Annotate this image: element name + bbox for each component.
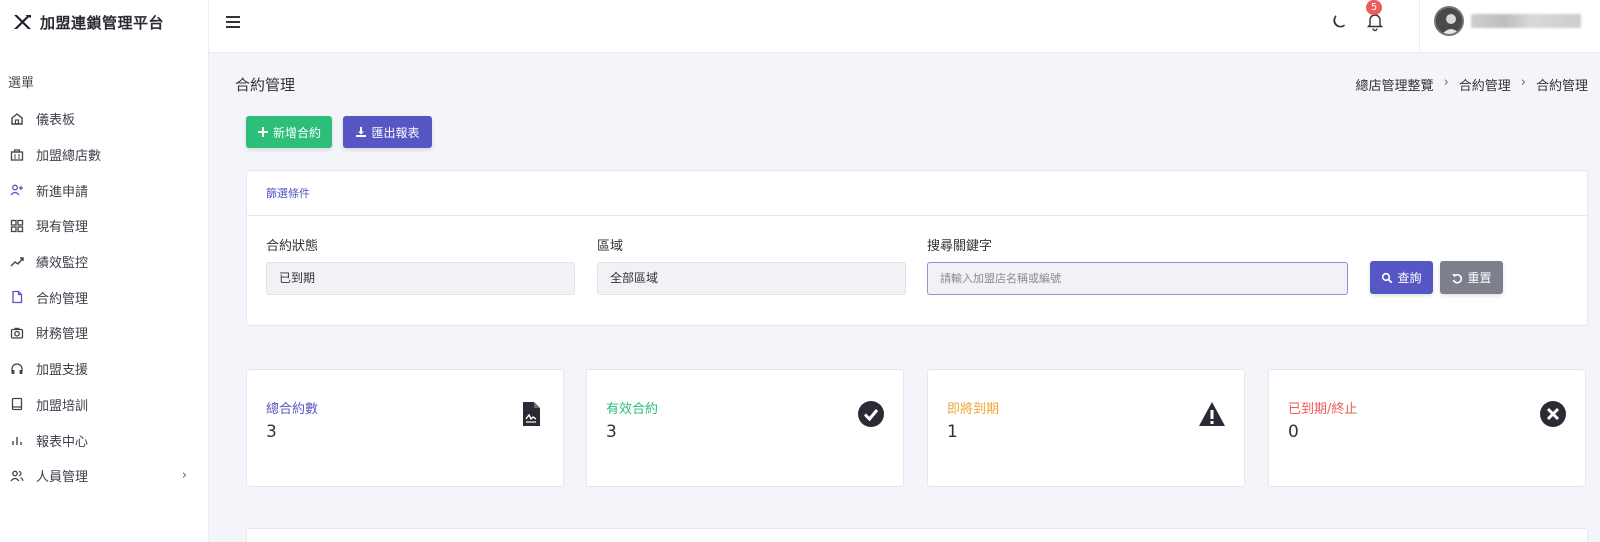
sidebar-item-label: 人員管理 (36, 470, 89, 486)
home-icon (10, 112, 24, 126)
reset-label: 重置 (1467, 271, 1492, 285)
stat-card-expiring: 即將到期 1 (927, 369, 1245, 487)
stat-card-total: 總合約數 3 (246, 369, 564, 487)
sidebar-item-label: 績效監控 (36, 256, 89, 272)
contracts-table-card (246, 528, 1588, 542)
topbar: 5 (209, 0, 1600, 53)
sidebar-menu: 儀表板 加盟總店數 新進申請 現有管理 績效監控 合約管理 財務管理 加盟支援 (0, 101, 209, 494)
sidebar-item-support[interactable]: 加盟支援 (0, 351, 209, 387)
region-label: 區域 (597, 239, 624, 254)
brand-logo-icon (14, 15, 31, 29)
stat-label: 有效合約 (606, 402, 659, 417)
file-icon (10, 290, 24, 304)
sidebar-item-staff[interactable]: 人員管理 › (0, 458, 209, 494)
undo-icon (1452, 273, 1463, 284)
sidebar-item-label: 儀表板 (36, 113, 76, 129)
sidebar-item-label: 加盟培訓 (36, 398, 89, 414)
page-title: 合約管理 (235, 76, 296, 94)
x-circle-icon (1540, 401, 1566, 427)
sidebar-item-stores[interactable]: 加盟總店數 (0, 137, 209, 173)
sidebar-item-dashboard[interactable]: 儀表板 (0, 101, 209, 137)
download-icon (356, 127, 367, 137)
chevron-right-icon: › (181, 468, 187, 484)
filter-card: 篩選條件 合約狀態 已到期 區域 全部區域 搜尋關鍵字 (246, 170, 1588, 326)
bar-chart-icon (10, 433, 24, 447)
search-icon (1382, 272, 1393, 283)
stat-label: 已到期/終止 (1288, 402, 1358, 417)
breadcrumb-item[interactable]: 總店管理整覽 (1356, 75, 1434, 94)
breadcrumb-separator: › (1520, 75, 1526, 90)
breadcrumb-separator: › (1443, 75, 1449, 90)
check-circle-icon (858, 401, 884, 427)
app-title: 加盟連鎖管理平台 (40, 13, 165, 32)
avatar[interactable] (1434, 6, 1464, 36)
trending-icon (10, 255, 24, 269)
sidebar-item-label: 財務管理 (36, 327, 89, 343)
sidebar-item-label: 合約管理 (36, 291, 89, 307)
grid-icon (10, 219, 24, 233)
users-icon (10, 469, 24, 483)
sidebar: 加盟連鎖管理平台 選單 儀表板 加盟總店數 新進申請 現有管理 績效監控 合約管… (0, 0, 209, 542)
camera-icon (10, 326, 24, 340)
plus-icon (257, 127, 268, 137)
headphones-icon (10, 362, 24, 376)
sidebar-item-finance[interactable]: 財務管理 (0, 315, 209, 351)
sidebar-item-label: 新進申請 (36, 184, 89, 200)
building-icon (10, 148, 24, 162)
book-icon (10, 397, 24, 411)
sidebar-item-label: 現有管理 (36, 220, 89, 236)
stat-value: 3 (606, 422, 617, 442)
avatar-image-icon (1436, 8, 1462, 34)
user-plus-icon (10, 183, 24, 197)
contract-status-label: 合約狀態 (266, 239, 319, 254)
reset-button[interactable]: 重置 (1440, 261, 1503, 294)
filter-title: 篩選條件 (247, 171, 1587, 216)
sidebar-item-label: 加盟支援 (36, 363, 89, 379)
sidebar-item-reports[interactable]: 報表中心 (0, 422, 209, 458)
sidebar-item-contracts[interactable]: 合約管理 (0, 279, 209, 315)
region-select[interactable]: 全部區域 (597, 262, 906, 295)
contract-status-select[interactable]: 已到期 (266, 262, 575, 295)
sidebar-item-label: 加盟總店數 (36, 149, 102, 165)
export-report-label: 匯出報表 (371, 125, 420, 140)
warning-icon (1199, 402, 1225, 426)
sidebar-item-applications[interactable]: 新進申請 (0, 172, 209, 208)
add-contract-button[interactable]: 新增合約 (246, 116, 332, 148)
divider (1419, 0, 1420, 53)
sidebar-item-label: 報表中心 (36, 434, 89, 450)
sidebar-item-existing[interactable]: 現有管理 (0, 208, 209, 244)
stat-card-active: 有效合約 3 (586, 369, 904, 487)
stat-label: 即將到期 (947, 402, 1000, 417)
search-button[interactable]: 查詢 (1370, 261, 1433, 294)
brand[interactable]: 加盟連鎖管理平台 (0, 0, 208, 44)
moon-icon[interactable] (1329, 12, 1349, 32)
sidebar-item-training[interactable]: 加盟培訓 (0, 387, 209, 423)
notification-badge: 5 (1366, 0, 1382, 15)
breadcrumb-item-current: 合約管理 (1535, 79, 1588, 94)
breadcrumb: 總店管理整覽 › 合約管理 › 合約管理 (1356, 75, 1588, 94)
add-contract-label: 新增合約 (272, 125, 321, 140)
stat-card-expired: 已到期/終止 0 (1268, 369, 1586, 487)
sidebar-item-performance[interactable]: 績效監控 (0, 244, 209, 280)
contract-icon (523, 402, 540, 426)
stat-value: 1 (947, 422, 958, 442)
stat-value: 3 (266, 422, 277, 442)
export-report-button[interactable]: 匯出報表 (343, 116, 432, 148)
keyword-label: 搜尋關鍵字 (927, 239, 993, 254)
hamburger-menu-icon[interactable] (226, 16, 240, 28)
user-name-redacted[interactable] (1471, 14, 1581, 28)
keyword-input[interactable] (927, 262, 1348, 295)
search-label: 查詢 (1397, 271, 1422, 285)
stat-value: 0 (1288, 422, 1299, 442)
stat-label: 總合約數 (266, 402, 319, 417)
breadcrumb-item[interactable]: 合約管理 (1459, 75, 1511, 94)
